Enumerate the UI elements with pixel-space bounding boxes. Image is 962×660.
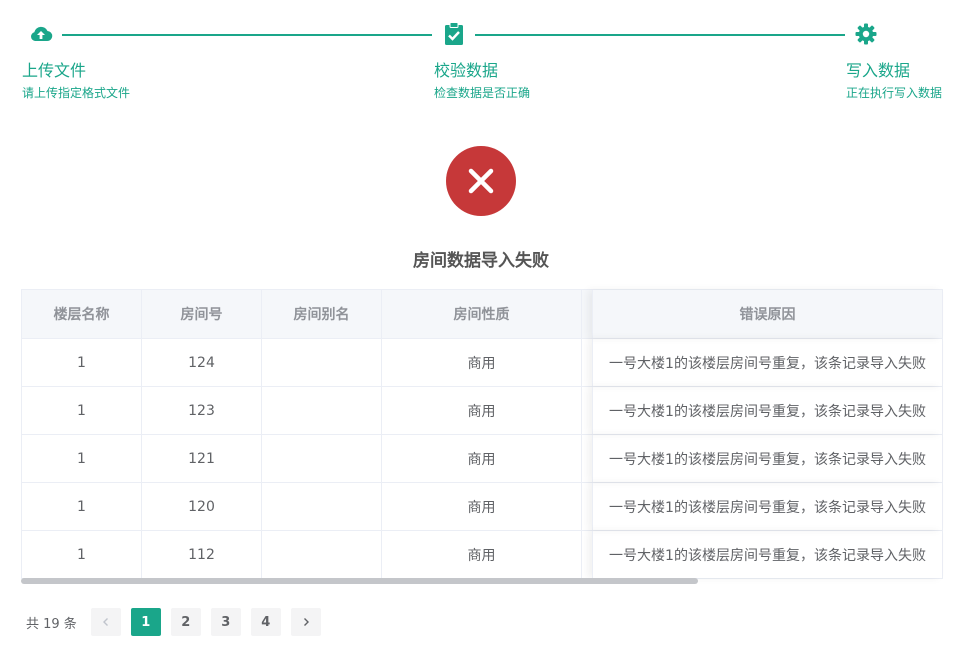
step-3-desc: 正在执行写入数据 <box>846 86 943 100</box>
cell-hidden <box>582 531 592 578</box>
gear-icon <box>854 22 878 46</box>
prev-page-button[interactable] <box>90 608 121 636</box>
cell-floor-name: 1 <box>22 435 142 482</box>
cell-room-alias <box>262 483 382 530</box>
page-button-3[interactable]: 3 <box>210 608 241 636</box>
cell-room-number: 123 <box>142 387 262 434</box>
cell-room-alias <box>262 387 382 434</box>
cell-floor-name: 1 <box>22 531 142 578</box>
header-hidden-column <box>582 290 592 338</box>
pagination: 共 19 条 1 2 3 4 <box>26 608 331 636</box>
cell-room-type: 商用 <box>382 531 582 578</box>
scrollbar-thumb[interactable] <box>21 578 698 584</box>
page-button-4[interactable]: 4 <box>250 608 281 636</box>
table-header-row: 楼层名称 房间号 房间别名 房间性质 错误原因 <box>22 290 942 339</box>
chevron-left-icon <box>102 618 108 626</box>
cell-room-alias <box>262 531 382 578</box>
cell-room-type: 商用 <box>382 435 582 482</box>
cell-room-alias <box>262 435 382 482</box>
total-count: 共 19 条 <box>26 616 77 632</box>
cell-floor-name: 1 <box>22 339 142 386</box>
table-row: 1 112 商用 一号大楼1的该楼层房间号重复，该条记录导入失败 <box>22 531 942 579</box>
cell-error-reason: 一号大楼1的该楼层房间号重复，该条记录导入失败 <box>592 339 942 386</box>
clipboard-check-icon <box>442 22 466 46</box>
cell-room-number: 112 <box>142 531 262 578</box>
cell-room-alias <box>262 339 382 386</box>
cell-room-type: 商用 <box>382 483 582 530</box>
header-room-number: 房间号 <box>142 290 262 338</box>
cell-error-reason: 一号大楼1的该楼层房间号重复，该条记录导入失败 <box>592 387 942 434</box>
page-button-1[interactable]: 1 <box>130 608 161 636</box>
table-row: 1 124 商用 一号大楼1的该楼层房间号重复，该条记录导入失败 <box>22 339 942 387</box>
step-connector-1 <box>62 34 432 36</box>
header-error-reason: 错误原因 <box>592 290 942 338</box>
page-button-2[interactable]: 2 <box>170 608 201 636</box>
next-page-button[interactable] <box>290 608 321 636</box>
table-row: 1 121 商用 一号大楼1的该楼层房间号重复，该条记录导入失败 <box>22 435 942 483</box>
cloud-upload-icon <box>29 22 53 46</box>
cell-hidden <box>582 387 592 434</box>
table-row: 1 123 商用 一号大楼1的该楼层房间号重复，该条记录导入失败 <box>22 387 942 435</box>
cell-hidden <box>582 483 592 530</box>
result-title: 房间数据导入失败 <box>413 251 549 271</box>
cell-floor-name: 1 <box>22 483 142 530</box>
step-1-desc: 请上传指定格式文件 <box>22 86 131 100</box>
header-room-type: 房间性质 <box>382 290 582 338</box>
horizontal-scrollbar[interactable] <box>21 577 941 585</box>
step-2-title: 校验数据 <box>434 61 499 80</box>
step-3-title: 写入数据 <box>846 61 911 80</box>
cell-room-number: 124 <box>142 339 262 386</box>
cell-error-reason: 一号大楼1的该楼层房间号重复，该条记录导入失败 <box>592 483 942 530</box>
cell-floor-name: 1 <box>22 387 142 434</box>
steps-bar: 上传文件 请上传指定格式文件 校验数据 检查数据是否正确 写入数据 正在执行写入… <box>0 0 962 110</box>
table-row: 1 120 商用 一号大楼1的该楼层房间号重复，该条记录导入失败 <box>22 483 942 531</box>
error-table: 楼层名称 房间号 房间别名 房间性质 错误原因 1 124 商用 一号大楼1的该… <box>21 289 943 579</box>
step-1-title: 上传文件 <box>22 61 87 80</box>
cell-room-number: 120 <box>142 483 262 530</box>
cell-room-type: 商用 <box>382 387 582 434</box>
cell-hidden <box>582 339 592 386</box>
header-floor-name: 楼层名称 <box>22 290 142 338</box>
chevron-right-icon <box>303 618 309 626</box>
cell-room-number: 121 <box>142 435 262 482</box>
cell-error-reason: 一号大楼1的该楼层房间号重复，该条记录导入失败 <box>592 531 942 578</box>
cell-hidden <box>582 435 592 482</box>
step-connector-2 <box>475 34 845 36</box>
cell-error-reason: 一号大楼1的该楼层房间号重复，该条记录导入失败 <box>592 435 942 482</box>
header-room-alias: 房间别名 <box>262 290 382 338</box>
step-2-desc: 检查数据是否正确 <box>434 86 531 100</box>
close-circle-icon <box>446 146 516 216</box>
cell-room-type: 商用 <box>382 339 582 386</box>
